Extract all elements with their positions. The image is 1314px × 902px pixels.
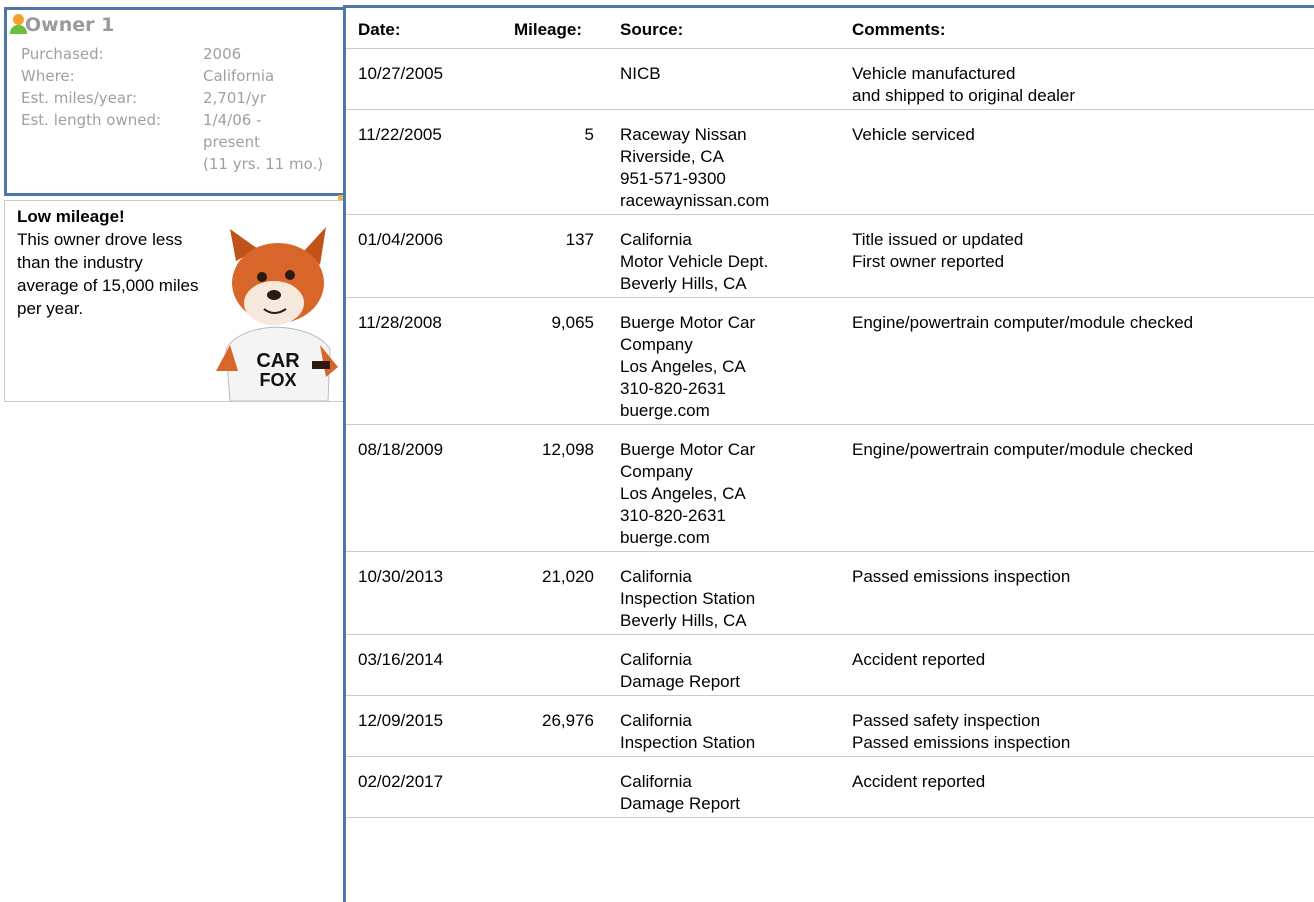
history-comments: Accident reported <box>852 772 986 791</box>
low-mileage-body: This owner drove less than the industry … <box>17 230 199 318</box>
owner-detail-value: present <box>203 133 261 151</box>
history-comments: Title issued or updated First owner repo… <box>852 230 1024 271</box>
svg-text:FOX: FOX <box>259 370 296 390</box>
history-header: Date: Mileage: Source: Comments: <box>346 8 1314 49</box>
history-date: 02/02/2017 <box>358 772 444 791</box>
history-row: 12/09/2015 26,976 California Inspection St… <box>346 696 1314 757</box>
history-rows: 10/27/2005 NICB Vehicle manufactured and s… <box>346 49 1314 818</box>
owner-detail-value: 1/4/06 - <box>203 111 262 129</box>
history-mileage: 12,098 <box>542 440 594 459</box>
owner-detail-value: 2,701/yr <box>203 89 267 107</box>
history-mileage: 21,020 <box>542 567 594 586</box>
history-date: 01/04/2006 <box>358 230 444 249</box>
history-source: California Inspection Station <box>620 711 756 752</box>
history-row: 10/27/2005 NICB Vehicle manufactured and s… <box>346 49 1314 110</box>
history-date: 10/30/2013 <box>358 567 444 586</box>
history-comments: Accident reported <box>852 650 986 669</box>
svg-text:CAR: CAR <box>256 350 300 372</box>
history-date: 11/22/2005 <box>358 125 442 144</box>
history-row: 10/30/2013 21,020 California Inspection St… <box>346 552 1314 635</box>
history-source: NICB <box>620 64 661 83</box>
history-comments: Engine/powertrain computer/module checke… <box>852 313 1194 332</box>
history-source: California Damage Report <box>620 650 741 691</box>
history-source: Buerge Motor Car Company Los Angeles, CA… <box>620 313 756 420</box>
owner-detail-label: Where: <box>21 67 75 85</box>
low-mileage-heading: Low mileage! <box>17 207 125 226</box>
history-row: 03/16/2014 California Damage Report Accide… <box>346 635 1314 696</box>
history-date: 12/09/2015 <box>358 711 444 730</box>
history-table: Date: Mileage: Source: Comments: 10/27/2… <box>346 8 1314 818</box>
header-date: Date: <box>358 20 401 39</box>
owner-detail-value: (11 yrs. 11 mo.) <box>203 155 324 173</box>
header-source: Source: <box>620 20 684 39</box>
low-mileage-callout: Low mileage! This owner drove less than … <box>4 200 345 402</box>
history-source: Buerge Motor Car Company Los Angeles, CA… <box>620 440 756 547</box>
history-source: Raceway Nissan Riverside, CA 951-571-930… <box>620 125 770 210</box>
history-date: 03/16/2014 <box>358 650 444 669</box>
history-comments: Passed emissions inspection <box>852 567 1071 586</box>
history-row: 08/18/2009 12,098 Buerge Motor Car Company… <box>346 425 1314 552</box>
owner-detail-label: Est. miles/year: <box>21 89 138 107</box>
owner-detail-label: Purchased: <box>21 45 104 63</box>
history-comments: Vehicle serviced <box>852 125 975 144</box>
history-row: 11/22/2005 5 Raceway Nissan Riverside, CA … <box>346 110 1314 215</box>
header-comments: Comments: <box>852 20 946 39</box>
history-source: California Inspection Station Beverly Hi… <box>620 567 756 630</box>
history-date: 10/27/2005 <box>358 64 444 83</box>
history-comments: Engine/powertrain computer/module checke… <box>852 440 1194 459</box>
history-date: 08/18/2009 <box>358 440 444 459</box>
owner-summary: Owner 1 Purchased: 2006 Where: California Es… <box>4 7 343 196</box>
low-mileage-text: Low mileage! This owner drove less than … <box>17 205 202 320</box>
owner-detail-value: California <box>203 67 275 85</box>
history-source: California Motor Vehicle Dept. Beverly H… <box>620 230 769 293</box>
history-mileage: 9,065 <box>551 313 594 332</box>
history-comments: Vehicle manufactured and shipped to orig… <box>852 64 1076 105</box>
history-source: California Damage Report <box>620 772 741 813</box>
owner-detail-value: 2006 <box>203 45 242 63</box>
history-date: 11/28/2008 <box>358 313 442 332</box>
history-mileage: 26,976 <box>542 711 594 730</box>
carfox-mascot-icon: CAR FOX <box>216 227 338 401</box>
history-mileage: 5 <box>584 125 594 144</box>
owner-detail-label: Est. length owned: <box>21 111 162 129</box>
history-row: 01/04/2006 137 California Motor Vehicle De… <box>346 215 1314 298</box>
owner-title: Owner 1 <box>25 14 115 36</box>
header-mileage: Mileage: <box>513 20 582 39</box>
history-row: 11/28/2008 9,065 Buerge Motor Car Company … <box>346 298 1314 425</box>
history-comments: Passed safety inspection Passed emission… <box>852 711 1071 752</box>
history-mileage: 137 <box>565 230 594 249</box>
history-row: 02/02/2017 California Damage Report Accide… <box>346 757 1314 818</box>
